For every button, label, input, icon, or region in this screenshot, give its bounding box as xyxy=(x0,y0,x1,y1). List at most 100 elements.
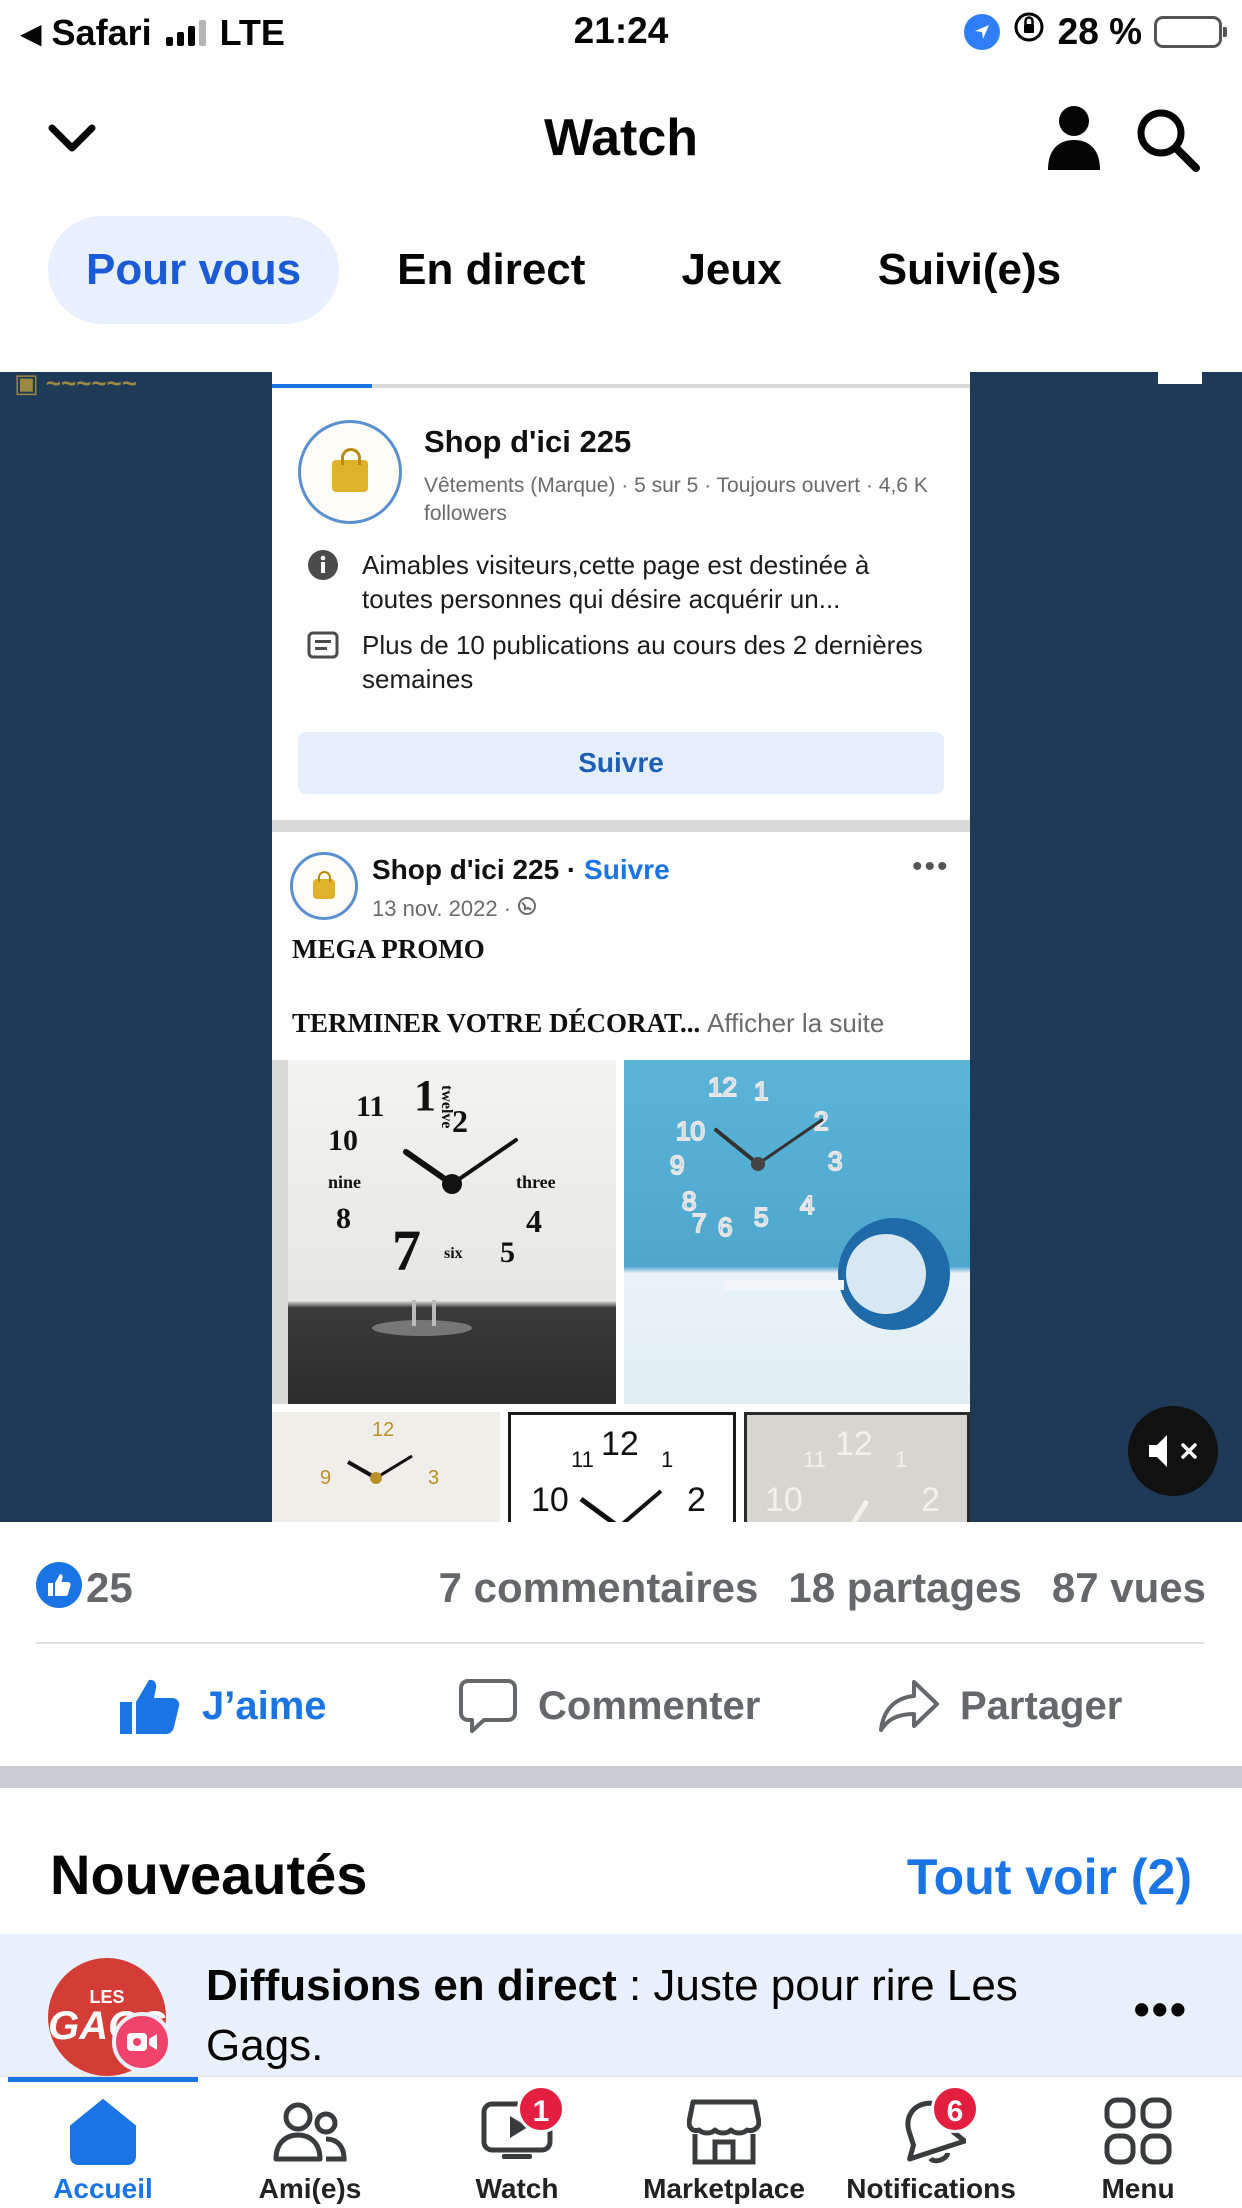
share-arrow-icon xyxy=(879,1680,939,1732)
share-button[interactable]: Partager xyxy=(878,1666,1122,1746)
post-text-line-1: MEGA PROMO xyxy=(292,934,485,964)
nav-label-watch: Watch xyxy=(475,2173,559,2204)
svg-text:3: 3 xyxy=(828,1146,842,1176)
post-text-line-2: TERMINER VOTRE DÉCORAT... Afficher la su… xyxy=(292,1008,884,1039)
nav-menu[interactable]: Menu xyxy=(1035,2095,1241,2207)
marketplace-store-icon xyxy=(684,2095,764,2167)
svg-text:1: 1 xyxy=(414,1071,436,1120)
news-item[interactable]: LES GAGS Diffusions en direct : Juste po… xyxy=(0,1934,1242,2076)
shop-activity-row: Plus de 10 publications au cours des 2 d… xyxy=(306,628,946,696)
post-avatar xyxy=(290,852,358,920)
video-player[interactable]: ▣ ~~~~~~ Shop d'ici 225 Vêtements (Marqu… xyxy=(0,372,1242,1522)
shopping-bag-icon xyxy=(313,871,335,899)
watch-video-icon: 1 xyxy=(477,2085,565,2167)
wall-clock-illustration-blue: 12 1 2 10 9 3 8 4 6 5 7 xyxy=(669,1071,950,1330)
friends-icon xyxy=(270,2095,350,2167)
svg-text:2: 2 xyxy=(921,1481,940,1519)
watch-tabs: Pour vous En direct Jeux Suivi(e)s xyxy=(48,216,1119,324)
tab-pour-vous[interactable]: Pour vous xyxy=(48,216,340,324)
location-icon xyxy=(963,13,1000,50)
tab-jeux[interactable]: Jeux xyxy=(643,216,819,324)
svg-text:9: 9 xyxy=(320,1467,331,1489)
post-author: Shop d'ici 225 · Suivre xyxy=(372,854,670,885)
shop-info-text: Aimables visiteurs,cette page est destin… xyxy=(362,550,870,614)
nav-label-notifications: Notifications xyxy=(846,2173,1016,2204)
nav-label-amis: Ami(e)s xyxy=(258,2173,362,2204)
nav-marketplace[interactable]: Marketplace xyxy=(621,2095,827,2207)
live-video-icon xyxy=(112,2012,172,2072)
like-count[interactable]: 25 xyxy=(86,1564,133,1612)
shop-avatar xyxy=(298,420,402,524)
watch-header: Watch xyxy=(0,88,1242,188)
notifications-badge: 6 xyxy=(931,2085,979,2133)
like-reaction-icon xyxy=(36,1562,82,1608)
tab-suivies[interactable]: Suivi(e)s xyxy=(840,216,1099,324)
mute-toggle[interactable] xyxy=(1128,1406,1218,1496)
share-label: Partager xyxy=(960,1683,1123,1728)
video-corner-mark xyxy=(1158,372,1202,384)
search-icon[interactable] xyxy=(1134,106,1202,174)
svg-text:3: 3 xyxy=(428,1467,439,1489)
shop-follow-button: Suivre xyxy=(298,732,944,794)
post-author-name: Shop d'ici 225 xyxy=(372,854,560,885)
svg-text:12: 12 xyxy=(835,1425,873,1463)
stats-divider xyxy=(36,1642,1204,1644)
nav-amis[interactable]: Ami(e)s xyxy=(207,2095,413,2207)
gold-clock-illustration: 12 9 3 xyxy=(320,1419,439,1489)
shop-name: Shop d'ici 225 xyxy=(424,424,632,459)
post-actions: J’aime Commenter Partager xyxy=(0,1666,1242,1746)
svg-text:5: 5 xyxy=(500,1236,515,1269)
menu-grid-icon xyxy=(1098,2095,1178,2167)
svg-text:10: 10 xyxy=(765,1481,803,1519)
bottom-tab-bar: Accueil Ami(e)s 1 Watch Marketplace 6 No… xyxy=(0,2076,1242,2208)
posts-icon xyxy=(306,628,340,662)
profile-icon[interactable] xyxy=(1044,102,1104,174)
clock-photo-1: 11 1 2 10 nine three 8 4 7 5 six twelve xyxy=(272,1060,616,1404)
svg-text:10: 10 xyxy=(676,1116,705,1146)
svg-text:12: 12 xyxy=(372,1419,394,1441)
svg-text:12: 12 xyxy=(708,1072,737,1102)
more-options-icon[interactable]: ••• xyxy=(1134,1982,1188,2036)
post-text-truncated: TERMINER VOTRE DÉCORAT... xyxy=(292,1008,701,1038)
svg-text:11: 11 xyxy=(571,1447,594,1472)
svg-text:10: 10 xyxy=(531,1481,569,1519)
post-more-icon: ••• xyxy=(912,850,950,883)
nav-accueil[interactable]: Accueil xyxy=(0,2095,206,2207)
clock-photo-2: 12 1 2 10 9 3 8 4 6 5 7 xyxy=(624,1060,970,1404)
svg-text:1: 1 xyxy=(754,1076,768,1106)
nav-label-menu: Menu xyxy=(1101,2173,1175,2204)
wall-clock-illustration: 11 1 2 10 nine three 8 4 7 5 six twelve xyxy=(272,1060,556,1404)
nav-watch[interactable]: 1 Watch xyxy=(414,2085,620,2207)
rotation-lock-icon xyxy=(1012,10,1046,53)
comment-count[interactable]: 7 commentaires xyxy=(439,1564,759,1612)
svg-text:4: 4 xyxy=(526,1203,542,1239)
feed-separator xyxy=(0,1766,1242,1788)
shop-activity-text: Plus de 10 publications au cours des 2 d… xyxy=(362,630,923,694)
svg-text:9: 9 xyxy=(670,1150,684,1180)
svg-text:4: 4 xyxy=(800,1190,814,1220)
tab-en-direct[interactable]: En direct xyxy=(359,216,623,324)
post-date: 13 nov. 2022 · xyxy=(372,896,537,922)
news-section-title: Nouveautés xyxy=(50,1843,368,1906)
video-watermark-logo: ▣ ~~~~~~ xyxy=(14,372,137,398)
like-label: J’aime xyxy=(202,1683,327,1728)
post-date-text: 13 nov. 2022 · xyxy=(372,896,512,921)
svg-text:three: three xyxy=(516,1172,556,1192)
frame-tab-underline xyxy=(272,384,970,388)
svg-text:12: 12 xyxy=(601,1425,639,1463)
comment-label: Commenter xyxy=(538,1683,761,1728)
video-frame-screenshot: Shop d'ici 225 Vêtements (Marque) · 5 su… xyxy=(272,372,970,1522)
shop-info-row: Aimables visiteurs,cette page est destin… xyxy=(306,548,946,616)
post-stats: 25 7 commentaires 18 partages 87 vues xyxy=(36,1560,1206,1612)
globe-icon xyxy=(517,896,537,921)
bell-icon: 6 xyxy=(891,2085,979,2167)
like-button[interactable]: J’aime xyxy=(118,1666,327,1746)
shopping-bag-icon xyxy=(332,448,368,492)
svg-text:six: six xyxy=(444,1245,463,1262)
comment-button[interactable]: Commenter xyxy=(458,1666,760,1746)
frame-divider xyxy=(272,820,970,832)
shop-meta: Vêtements (Marque) · 5 sur 5 · Toujours … xyxy=(424,474,928,525)
share-count[interactable]: 18 partages xyxy=(788,1564,1021,1612)
nav-notifications[interactable]: 6 Notifications xyxy=(828,2085,1034,2207)
see-all-link[interactable]: Tout voir (2) xyxy=(907,1848,1192,1906)
